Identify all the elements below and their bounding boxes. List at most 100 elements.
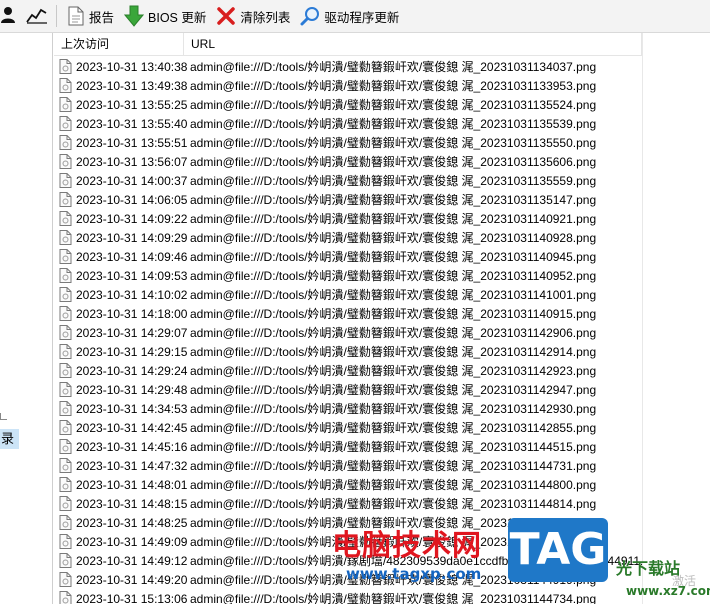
table-row[interactable]: 2023-10-31 14:09:22 admin@file:///D:/tool…: [54, 209, 642, 228]
last-visited-text: 2023-10-31 14:18:00: [76, 306, 188, 321]
left-nav-panel: 录: [0, 33, 53, 604]
app-window: 报告 BIOS 更新 清除列表 驱动程序更新 录 上次访问 URL 2023-1…: [0, 0, 710, 604]
toolbar: 报告 BIOS 更新 清除列表 驱动程序更新: [0, 0, 710, 33]
file-icon: [59, 116, 72, 131]
file-icon: [59, 496, 72, 511]
last-visited-text: 2023-10-31 13:55:40: [76, 116, 188, 131]
table-row[interactable]: 2023-10-31 14:10:02 admin@file:///D:/tool…: [54, 285, 642, 304]
file-icon: [59, 325, 72, 340]
cell-last-visited: 2023-10-31 13:55:40: [54, 116, 188, 131]
table-row[interactable]: 2023-10-31 13:55:40 admin@file:///D:/tool…: [54, 114, 642, 133]
table-row[interactable]: 2023-10-31 14:45:16 admin@file:///D:/tool…: [54, 437, 642, 456]
file-icon: [59, 268, 72, 283]
file-icon: [59, 306, 72, 321]
report-button[interactable]: 报告: [63, 3, 120, 29]
table-row[interactable]: 2023-10-31 13:55:25 admin@file:///D:/tool…: [54, 95, 642, 114]
file-icon: [59, 401, 72, 416]
last-visited-text: 2023-10-31 14:06:05: [76, 192, 188, 207]
cell-url: admin@file:///D:/tools/妗岄潰/璧勬簮鍜屽欢/寰俊鎴 浘_…: [190, 326, 597, 340]
table-row[interactable]: 2023-10-31 14:29:24 admin@file:///D:/tool…: [54, 361, 642, 380]
cell-last-visited: 2023-10-31 14:00:37: [54, 173, 187, 188]
download-arrow-icon: [124, 5, 145, 27]
last-visited-text: 2023-10-31 14:42:45: [76, 420, 188, 435]
last-visited-text: 2023-10-31 14:47:32: [76, 458, 188, 473]
cell-url: admin@file:///D:/tools/妗岄潰/璧勬簮鍜屽欢/寰俊鎴 浘_…: [190, 459, 597, 473]
table-row[interactable]: 2023-10-31 14:48:15 admin@file:///D:/tool…: [54, 494, 642, 513]
cell-last-visited: 2023-10-31 14:09:29: [54, 230, 187, 245]
cell-last-visited: 2023-10-31 13:55:51: [54, 135, 187, 150]
cell-last-visited: 2023-10-31 14:09:22: [54, 211, 188, 226]
file-icon: [59, 591, 72, 604]
file-icon: [59, 458, 72, 473]
last-visited-text: 2023-10-31 14:48:25: [76, 515, 188, 530]
table-row[interactable]: 2023-10-31 14:18:00 admin@file:///D:/tool…: [54, 304, 642, 323]
file-icon: [59, 477, 72, 492]
table-row[interactable]: 2023-10-31 13:55:51 admin@file:///D:/tool…: [54, 133, 642, 152]
cell-last-visited: 2023-10-31 14:48:01: [54, 477, 187, 492]
table-row[interactable]: 2023-10-31 14:29:48 admin@file:///D:/tool…: [54, 380, 642, 399]
table-row[interactable]: 2023-10-31 13:40:38 admin@file:///D:/tool…: [54, 57, 642, 76]
cell-last-visited: 2023-10-31 13:56:07: [54, 154, 187, 169]
table-row[interactable]: 2023-10-31 14:06:05 admin@file:///D:/tool…: [54, 190, 642, 209]
bios-update-button[interactable]: BIOS 更新: [120, 3, 212, 29]
column-header-url[interactable]: URL: [184, 33, 642, 55]
table-row[interactable]: 2023-10-31 14:47:32 admin@file:///D:/tool…: [54, 456, 642, 475]
chart-icon[interactable]: [26, 5, 48, 28]
file-icon: [59, 59, 72, 74]
table-row[interactable]: 2023-10-31 14:00:37 admin@file:///D:/tool…: [54, 171, 642, 190]
file-icon: [59, 439, 72, 454]
table-row[interactable]: 2023-10-31 13:56:07 admin@file:///D:/tool…: [54, 152, 642, 171]
cell-url: admin@file:///D:/tools/妗岄潰/璧勬簮鍜屽欢/寰俊鎴 浘_…: [190, 383, 597, 397]
last-visited-text: 2023-10-31 13:49:38: [76, 78, 188, 93]
cell-url: admin@file:///D:/tools/妗岄潰/璧勬簮鍜屽欢/寰俊鎴 浘_…: [190, 60, 597, 74]
last-visited-text: 2023-10-31 14:29:07: [76, 325, 188, 340]
search-icon: [300, 6, 320, 26]
file-icon: [59, 363, 72, 378]
cell-last-visited: 2023-10-31 14:49:09: [54, 534, 188, 549]
cell-url: admin@file:///D:/tools/妗岄潰/璧勬簮鍜屽欢/寰俊鎴 浘_…: [190, 288, 597, 302]
last-visited-text: 2023-10-31 14:09:53: [76, 268, 188, 283]
cell-last-visited: 2023-10-31 14:29:07: [54, 325, 188, 340]
cell-last-visited: 2023-10-31 14:06:05: [54, 192, 188, 207]
table-row[interactable]: 2023-10-31 14:09:46 admin@file:///D:/tool…: [54, 247, 642, 266]
document-icon: [67, 6, 85, 26]
cell-last-visited: 2023-10-31 14:29:24: [54, 363, 187, 378]
file-icon: [59, 572, 72, 587]
table-row[interactable]: 2023-10-31 14:29:15 admin@file:///D:/tool…: [54, 342, 642, 361]
cell-last-visited: 2023-10-31 14:29:48: [54, 382, 187, 397]
file-icon: [59, 249, 72, 264]
table-row[interactable]: 2023-10-31 14:42:45 admin@file:///D:/tool…: [54, 418, 642, 437]
cell-url: admin@file:///D:/tools/妗岄潰/璧勬簮鍜屽欢/寰俊鎴 浘_…: [190, 250, 597, 264]
table-row[interactable]: 2023-10-31 14:29:07 admin@file:///D:/tool…: [54, 323, 642, 342]
cell-url: admin@file:///D:/tools/妗岄潰/璧勬簮鍜屽欢/寰俊鎴 浘_…: [190, 440, 597, 454]
user-icon[interactable]: [0, 5, 20, 28]
table-row[interactable]: 2023-10-31 14:48:01 admin@file:///D:/tool…: [54, 475, 642, 494]
driver-update-button[interactable]: 驱动程序更新: [296, 3, 405, 29]
column-header-last-visited[interactable]: 上次访问: [54, 33, 184, 55]
clear-list-button[interactable]: 清除列表: [212, 3, 296, 29]
table-row[interactable]: 2023-10-31 14:09:29 admin@file:///D:/tool…: [54, 228, 642, 247]
cell-url: admin@file:///D:/tools/妗岄潰/璧勬簮鍜屽欢/寰俊鎴 浘_…: [190, 402, 597, 416]
last-visited-text: 2023-10-31 14:49:09: [76, 534, 188, 549]
last-visited-text: 2023-10-31 13:40:38: [76, 59, 188, 74]
cell-last-visited: 2023-10-31 13:55:25: [54, 97, 187, 112]
cell-url: admin@file:///D:/tools/妗岄潰/璧勬簮鍜屽欢/寰俊鎴 浘_…: [190, 269, 597, 283]
bios-update-label: BIOS 更新: [148, 10, 207, 25]
last-visited-text: 2023-10-31 14:09:22: [76, 211, 188, 226]
toolbar-separator: [56, 5, 57, 27]
watermark-tag-logo: TAG: [508, 518, 608, 582]
tree-expander-icon[interactable]: [0, 413, 7, 420]
table-row[interactable]: 2023-10-31 13:49:38 admin@file:///D:/tool…: [54, 76, 642, 95]
clear-list-label: 清除列表: [240, 10, 291, 25]
cell-url: admin@file:///D:/tools/妗岄潰/璧勬簮鍜屽欢/寰俊鎴 浘_…: [190, 193, 597, 207]
cell-url: admin@file:///D:/tools/妗岄潰/璧勬簮鍜屽欢/寰俊鎴 浘_…: [190, 421, 597, 435]
report-button-label: 报告: [89, 10, 115, 25]
file-icon: [59, 382, 72, 397]
table-row[interactable]: 2023-10-31 14:09:53 admin@file:///D:/tool…: [54, 266, 642, 285]
watermark-site-url: www.tagxp.com: [346, 565, 482, 583]
cell-last-visited: 2023-10-31 14:29:15: [54, 344, 187, 359]
table-row[interactable]: 2023-10-31 14:34:53 admin@file:///D:/tool…: [54, 399, 642, 418]
nav-item-selected[interactable]: 录: [0, 429, 19, 449]
table-row[interactable]: 2023-10-31 15:13:06 admin@file:///D:/tool…: [54, 589, 642, 604]
nav-item-label: 录: [1, 431, 15, 446]
